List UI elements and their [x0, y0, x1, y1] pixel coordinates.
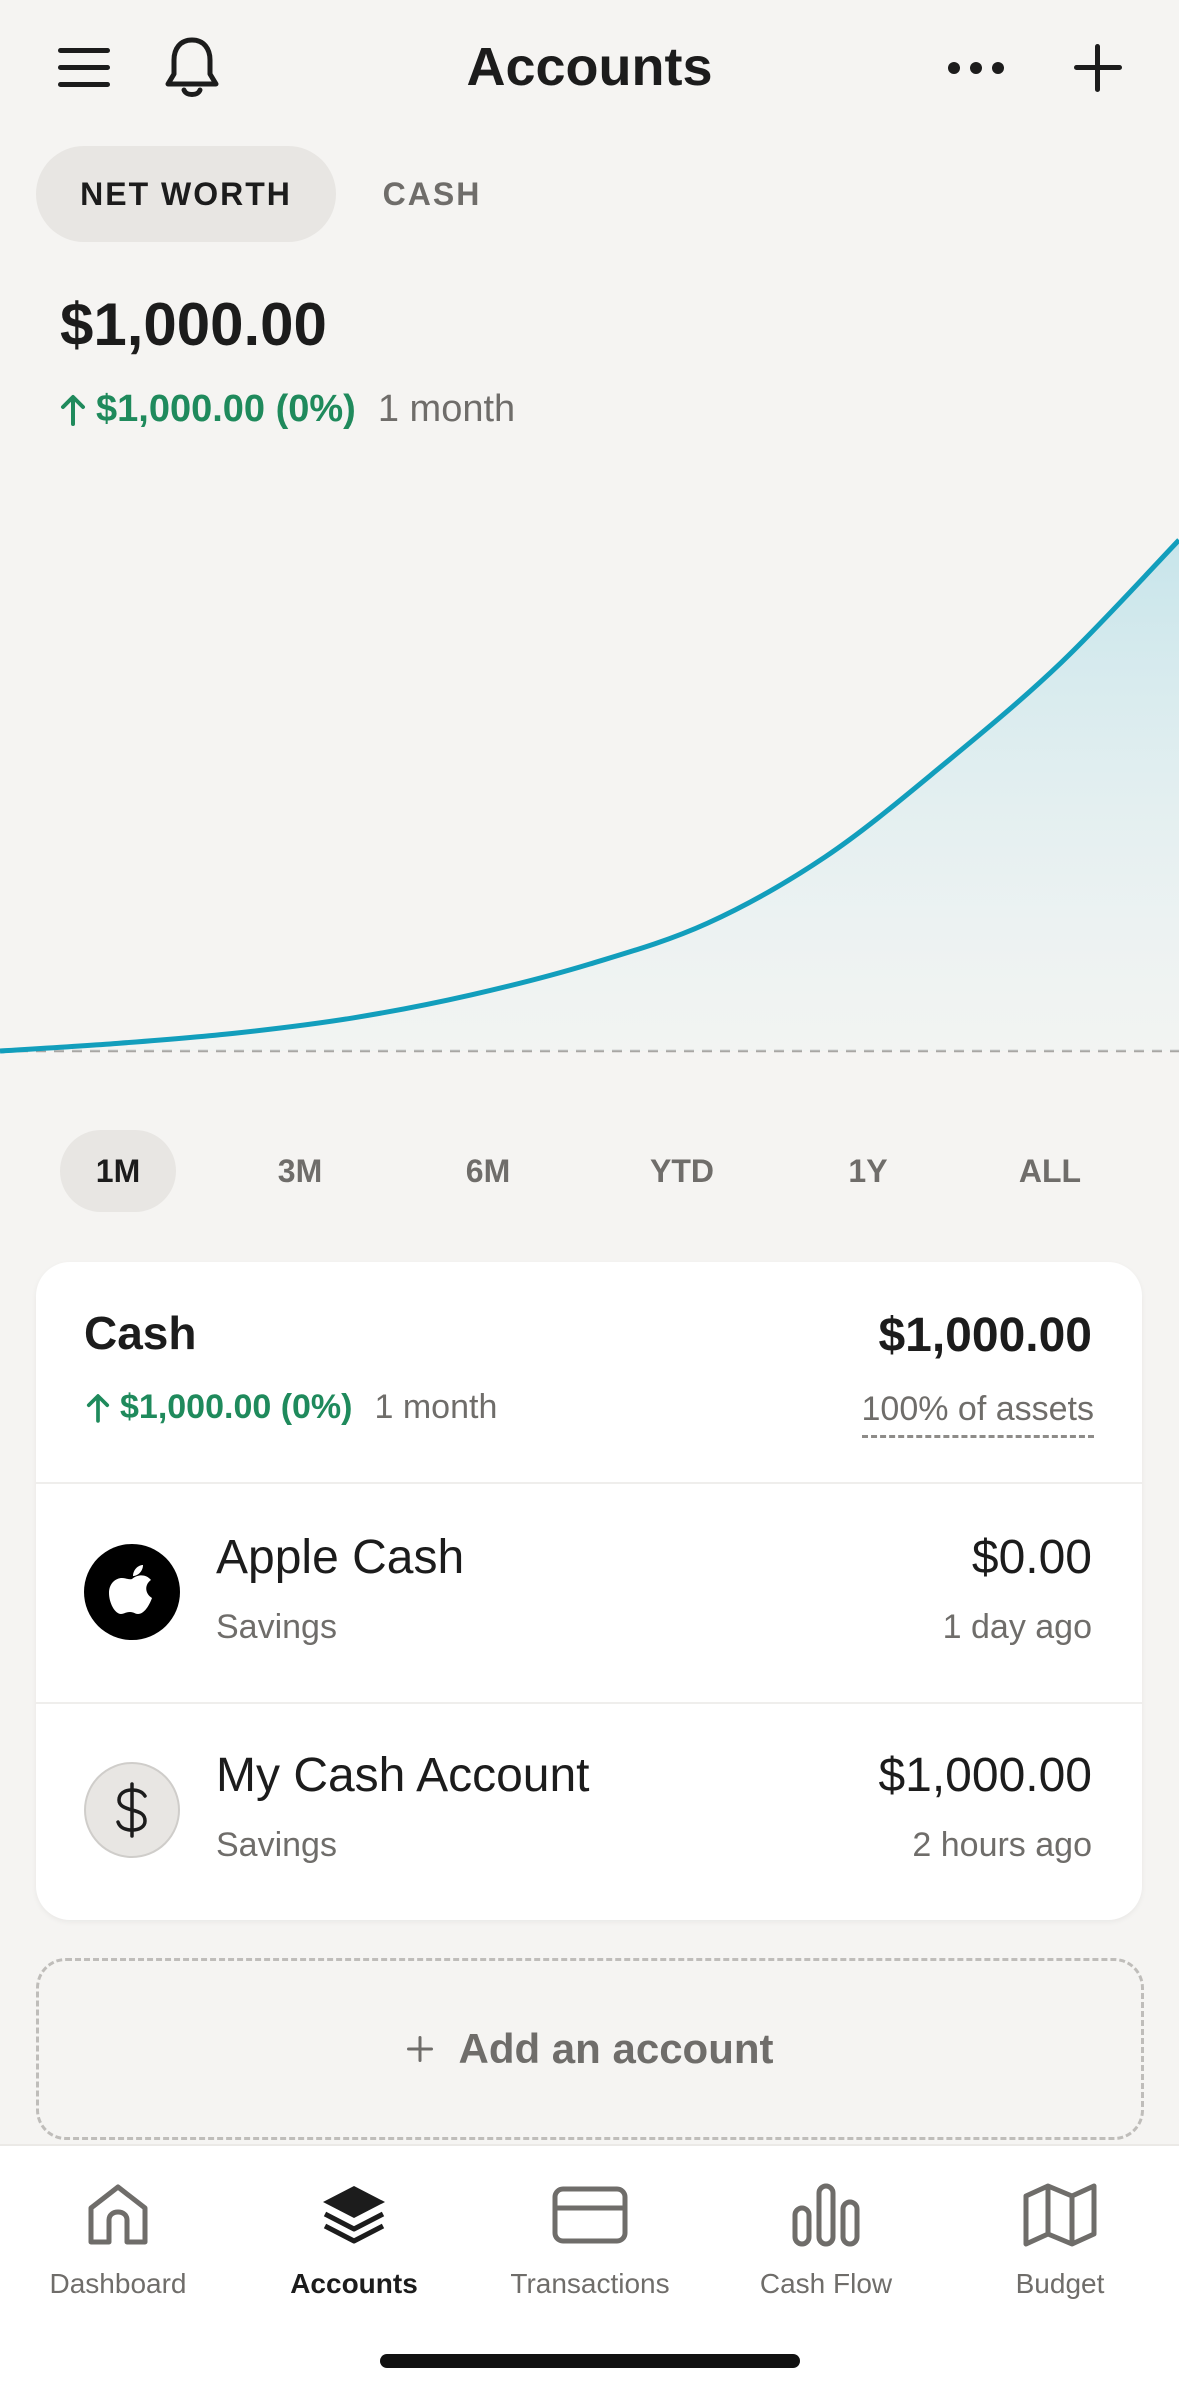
group-title[interactable]: Cash — [84, 1306, 196, 1360]
layers-icon — [323, 2186, 385, 2244]
range-6m[interactable]: 6M — [428, 1130, 548, 1212]
nav-accounts[interactable]: Accounts — [236, 2170, 472, 2300]
dollar-icon — [84, 1762, 180, 1858]
change-period: 1 month — [377, 388, 516, 430]
change-indicator: $1,000.00 (0%) — [60, 388, 356, 431]
net-worth-change: $1,000.00 (0%) 1 month — [60, 388, 515, 431]
add-button[interactable] — [1058, 28, 1138, 108]
account-balance: $1,000.00 — [878, 1749, 1092, 1802]
nav-label: Dashboard — [49, 2268, 187, 2299]
apple-icon — [84, 1544, 180, 1640]
account-row-my-cash-account[interactable]: My Cash Account Savings $1,000.00 2 hour… — [36, 1704, 1142, 1920]
assets-percentage[interactable]: 100% of assets — [861, 1390, 1094, 1438]
cash-accounts-card: Cash $1,000.00 $1,000.00 (0%) 1 month 10… — [36, 1262, 1142, 1920]
account-type: Savings — [216, 1826, 337, 1864]
nav-dashboard[interactable]: Dashboard — [0, 2170, 236, 2300]
add-account-button[interactable]: Add an account — [36, 1958, 1144, 2140]
home-icon — [88, 2184, 148, 2245]
map-icon — [1023, 2183, 1097, 2247]
range-1m[interactable]: 1M — [60, 1130, 176, 1212]
group-change-value: $1,000.00 (0%) — [120, 1388, 353, 1426]
nav-label: Accounts — [290, 2268, 418, 2299]
arrow-up-icon — [61, 394, 85, 426]
range-ytd[interactable]: YTD — [612, 1130, 752, 1212]
account-updated: 2 hours ago — [912, 1826, 1092, 1864]
arrow-up-icon — [86, 1393, 110, 1423]
chart-area — [0, 540, 1179, 1051]
nav-cash-flow[interactable]: Cash Flow — [708, 2170, 944, 2300]
group-change: $1,000.00 (0%) 1 month — [86, 1388, 497, 1427]
plus-icon — [407, 2036, 434, 2062]
group-total: $1,000.00 — [878, 1309, 1092, 1362]
card-icon — [552, 2186, 628, 2244]
account-name: Apple Cash — [216, 1531, 465, 1584]
change-value: $1,000.00 (0%) — [96, 388, 356, 430]
more-button[interactable] — [936, 28, 1016, 108]
account-row-apple-cash[interactable]: Apple Cash Savings $0.00 1 day ago — [36, 1484, 1142, 1700]
net-worth-amount: $1,000.00 — [60, 291, 327, 358]
group-change-indicator: $1,000.00 (0%) — [86, 1388, 353, 1427]
nav-label: Budget — [1015, 2268, 1105, 2299]
net-worth-chart — [0, 538, 1179, 1054]
range-all[interactable]: ALL — [990, 1130, 1110, 1212]
nav-transactions[interactable]: Transactions — [472, 2170, 708, 2300]
nav-label: Transactions — [510, 2268, 670, 2299]
account-type: Savings — [216, 1608, 337, 1646]
more-icon — [948, 62, 1004, 74]
nav-budget[interactable]: Budget — [942, 2170, 1178, 2300]
account-balance: $0.00 — [971, 1531, 1092, 1584]
bar-chart-icon — [792, 2183, 860, 2247]
plus-icon — [1074, 44, 1122, 92]
tab-net-worth[interactable]: NET WORTH — [36, 146, 336, 242]
account-updated: 1 day ago — [942, 1608, 1092, 1646]
tab-cash[interactable]: CASH — [352, 146, 512, 242]
group-change-period: 1 month — [374, 1388, 498, 1426]
add-account-label: Add an account — [458, 2025, 774, 2072]
range-3m[interactable]: 3M — [240, 1130, 360, 1212]
range-1y[interactable]: 1Y — [808, 1130, 928, 1212]
home-indicator — [380, 2354, 800, 2368]
nav-label: Cash Flow — [759, 2268, 893, 2299]
account-name: My Cash Account — [216, 1749, 590, 1802]
